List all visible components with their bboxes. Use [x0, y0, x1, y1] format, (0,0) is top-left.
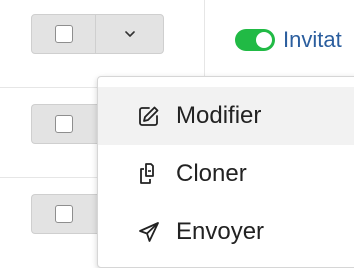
menu-item-label: Envoyer — [176, 218, 265, 245]
row-checkbox[interactable] — [54, 25, 73, 43]
send-icon — [136, 219, 162, 245]
status-label: Invitat — [283, 27, 342, 52]
status-toggle[interactable] — [235, 29, 275, 51]
row-actions-group — [31, 104, 101, 144]
row-checkbox[interactable] — [55, 115, 73, 133]
row-select-cell[interactable] — [32, 15, 96, 53]
actions-dropdown-button[interactable] — [96, 15, 163, 53]
column-separator — [204, 0, 205, 87]
row-actions-group — [31, 194, 101, 234]
status-cell: Invitat — [235, 27, 342, 53]
menu-item-modifier[interactable]: Modifier — [98, 87, 354, 145]
row-select-cell[interactable] — [32, 105, 96, 143]
menu-item-label: Cloner — [176, 160, 247, 187]
chevron-down-icon — [124, 31, 135, 37]
row-checkbox[interactable] — [55, 205, 73, 223]
menu-item-label: Modifier — [176, 102, 262, 129]
menu-item-cloner[interactable]: Cloner — [98, 145, 354, 203]
actions-dropdown-menu: Modifier Cloner Envoyer — [97, 76, 354, 268]
copy-icon — [136, 161, 162, 187]
row-actions-group — [31, 14, 164, 54]
menu-item-envoyer[interactable]: Envoyer — [98, 203, 354, 261]
edit-icon — [136, 103, 162, 129]
row-select-cell[interactable] — [32, 195, 96, 233]
toggle-knob — [256, 32, 272, 48]
